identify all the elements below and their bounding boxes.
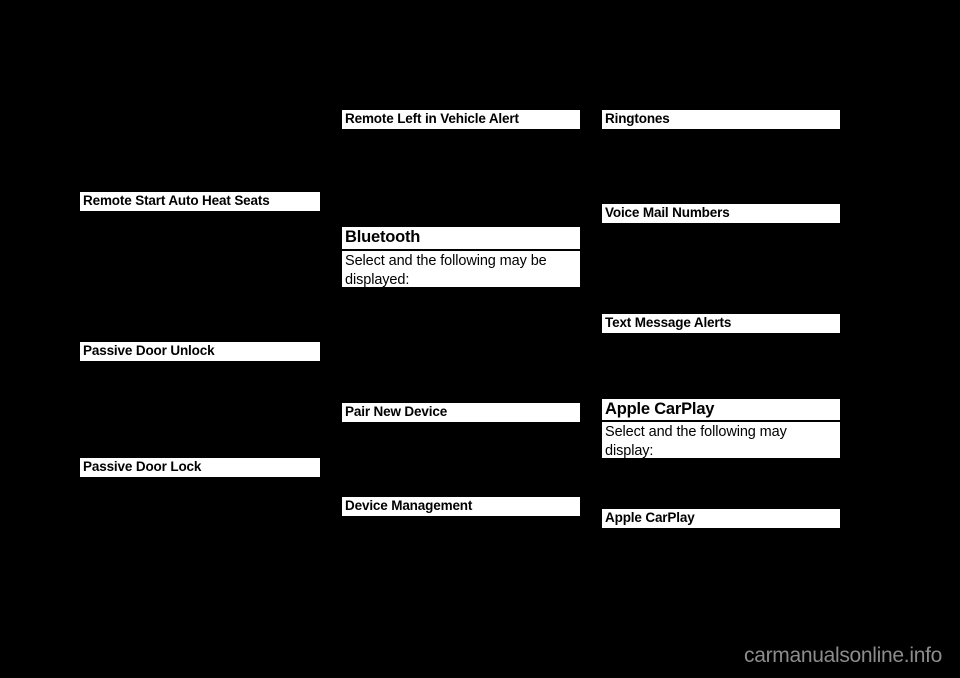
heading-passive-door-unlock: Passive Door Unlock: [80, 342, 320, 361]
heading-text-message-alerts: Text Message Alerts: [602, 314, 840, 333]
heading-remote-start-auto-heat-seats: Remote Start Auto Heat Seats: [80, 192, 320, 211]
heading-voice-mail-numbers: Voice Mail Numbers: [602, 204, 840, 223]
heading-passive-door-lock: Passive Door Lock: [80, 458, 320, 477]
heading-label: Text Message Alerts: [605, 315, 732, 331]
heading-remote-left-in-vehicle-alert: Remote Left in Vehicle Alert: [342, 110, 580, 129]
heading-label: Apple CarPlay: [605, 399, 715, 418]
heading-label: Passive Door Unlock: [83, 343, 215, 359]
manual-page: Remote Start Auto Heat Seats Passive Doo…: [0, 0, 960, 678]
heading-pair-new-device: Pair New Device: [342, 403, 580, 422]
heading-ringtones: Ringtones: [602, 110, 840, 129]
heading-label: Passive Door Lock: [83, 459, 202, 475]
heading-label: Voice Mail Numbers: [605, 205, 730, 221]
heading-label: Remote Left in Vehicle Alert: [345, 111, 519, 127]
body-bluetooth-intro: Select and the following may be displaye…: [342, 251, 580, 287]
heading-label: Apple CarPlay: [605, 510, 695, 526]
heading-bluetooth: Bluetooth: [342, 227, 580, 249]
heading-label: Ringtones: [605, 111, 670, 127]
heading-apple-carplay-sub: Apple CarPlay: [602, 509, 840, 528]
heading-apple-carplay-section: Apple CarPlay: [602, 399, 840, 420]
site-watermark: carmanualsonline.info: [744, 644, 942, 667]
heading-device-management: Device Management: [342, 497, 580, 516]
body-apple-carplay-intro: Select and the following may display:: [602, 422, 840, 458]
heading-label: Bluetooth: [345, 228, 421, 247]
heading-label: Pair New Device: [345, 404, 448, 420]
heading-label: Device Management: [345, 498, 473, 514]
heading-label: Remote Start Auto Heat Seats: [83, 193, 270, 209]
body-text: Select and the following may display:: [605, 424, 787, 458]
body-text: Select and the following may be displaye…: [345, 253, 547, 287]
